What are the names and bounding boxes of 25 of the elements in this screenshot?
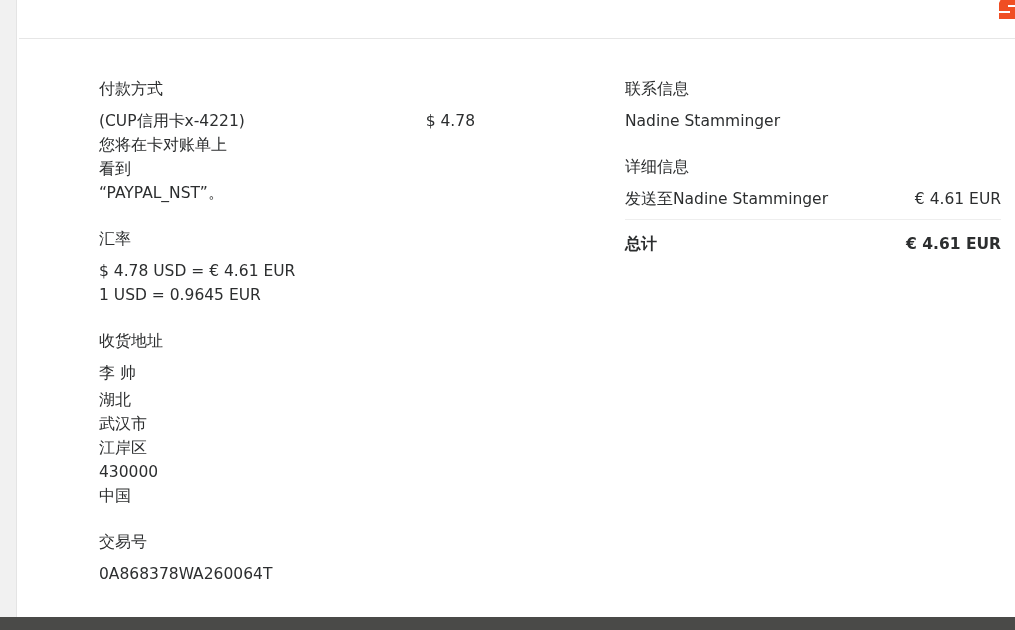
section-title: 收货地址: [99, 330, 164, 352]
exchange-line: 1 USD = 0.9645 EUR: [99, 285, 262, 306]
payment-line: (CUP信用卡x-4221): [99, 111, 245, 132]
address-line: 湖北: [99, 390, 132, 411]
total-label: 总计: [625, 234, 657, 255]
section-title: 交易号: [99, 531, 148, 553]
detail-label: 发送至Nadine Stamminger: [625, 189, 828, 210]
transaction-id: 0A868378WA260064T: [99, 564, 274, 585]
exchange-line: $ 4.78 USD = € 4.61 EUR: [99, 261, 297, 282]
payment-line: “PAYPAL_NST”。: [99, 183, 225, 204]
address-line: 武汉市: [99, 414, 148, 435]
payment-line: 您将在卡对账单上: [99, 135, 228, 156]
section-title: 联系信息: [625, 78, 690, 100]
detail-amount: € 4.61 EUR: [914, 189, 1001, 210]
address-line: 430000: [99, 462, 160, 483]
payment-amount: $ 4.78: [425, 111, 475, 132]
section-title: 付款方式: [99, 78, 164, 100]
contact-name: Nadine Stamminger: [625, 111, 781, 132]
section-title: 汇率: [99, 228, 132, 250]
address-line: 江岸区: [99, 438, 148, 459]
address-line: 中国: [99, 486, 132, 507]
address-line: 李 帅: [99, 363, 137, 384]
section-title: 详细信息: [625, 156, 690, 178]
total-amount: € 4.61 EUR: [906, 234, 1001, 255]
payment-line: 看到: [99, 159, 132, 180]
